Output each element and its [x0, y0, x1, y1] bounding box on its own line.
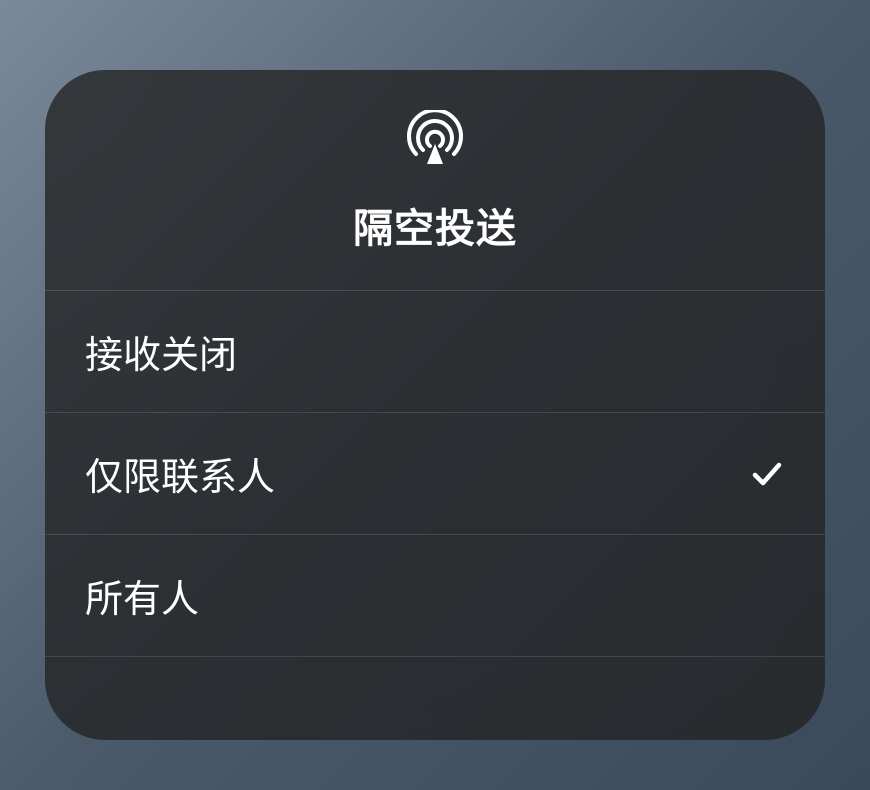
- option-label: 所有人: [85, 568, 199, 623]
- option-receiving-off[interactable]: 接收关闭: [45, 291, 825, 413]
- option-label: 仅限联系人: [85, 446, 275, 501]
- panel-title: 隔空投送: [353, 196, 517, 254]
- airdrop-icon: [405, 110, 465, 170]
- airdrop-panel: 隔空投送 接收关闭 仅限联系人 所有人: [45, 70, 825, 740]
- checkmark-icon: [749, 456, 785, 492]
- option-contacts-only[interactable]: 仅限联系人: [45, 413, 825, 535]
- option-label: 接收关闭: [85, 324, 237, 379]
- panel-header: 隔空投送: [45, 70, 825, 291]
- option-everyone[interactable]: 所有人: [45, 535, 825, 657]
